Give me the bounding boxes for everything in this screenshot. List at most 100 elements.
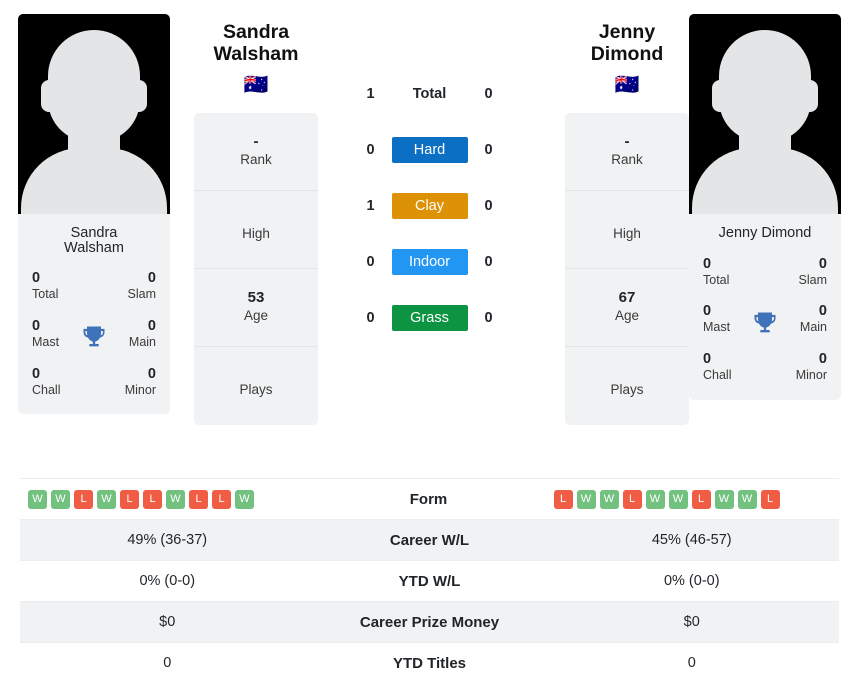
stat-total-left-value: 0: [32, 270, 41, 286]
form-badge: L: [553, 489, 573, 509]
avatar-silhouette-ear-right: [131, 80, 147, 112]
surface-grass-right-value: 0: [484, 310, 493, 326]
form-badge: L: [74, 489, 93, 509]
form-badge: L: [760, 489, 780, 509]
titles-grid-right: 0 Total 0 Slam 0 Mast 0 Main 0 Chall 0 M…: [689, 251, 841, 400]
surface-comparison: 1 Total 0 0 Hard 0 1 Clay 0 0 Indoor 0 0 Grass 0: [318, 14, 541, 346]
surface-row-indoor: 0 Indoor 0: [340, 234, 520, 290]
stat-chall-right: 0 Chall: [699, 350, 751, 384]
form-badge: W: [28, 489, 47, 509]
stat-mast-left-value: 0: [32, 317, 41, 334]
table-row: 0% (0-0) YTD W/L 0% (0-0): [20, 560, 839, 601]
surface-grass-label[interactable]: Grass: [391, 305, 468, 331]
player-heading-right[interactable]: Jenny Dimond: [565, 21, 689, 66]
info-rank-right-value: -: [624, 132, 630, 150]
career-wl-left: 49% (36-37): [127, 532, 208, 548]
info-cell-high-left: High: [194, 191, 318, 269]
info-cell-age-left: 53 Age: [194, 269, 318, 347]
form-badge: L: [212, 489, 231, 509]
stat-main-left-value: 0: [147, 317, 156, 334]
stat-mast-right-label: Mast: [703, 320, 731, 335]
info-cell-high-right: High: [565, 191, 689, 269]
titles-row-total-slam: 0 Total 0 Slam: [28, 269, 160, 303]
player-card-name-right-line1: Jenny Dimond: [718, 225, 812, 241]
titles-row-chall-minor: 0 Chall 0 Minor: [28, 365, 160, 399]
table-row-label: Form: [409, 490, 448, 508]
stat-mast-left-label: Mast: [32, 334, 60, 349]
surface-hard-left-value: 0: [366, 142, 375, 158]
player-info-right: Jenny Dimond 🇦🇺 - Rank High 67 Age Plays: [565, 14, 689, 425]
stat-minor-left: 0 Minor: [108, 365, 160, 399]
stat-slam-right-value: 0: [818, 255, 827, 272]
australia-flag: 🇦🇺: [614, 73, 640, 96]
surface-total-label: Total: [412, 86, 447, 102]
comparison-top-section: Sandra Walsham 0 Total 0 Slam 0 Mast 0 M…: [0, 0, 859, 470]
form-badge: W: [576, 489, 596, 509]
form-badge: L: [120, 489, 139, 509]
player-avatar-left: [18, 14, 170, 214]
table-row-label: Career W/L: [389, 531, 470, 549]
titles-grid-left: 0 Total 0 Slam 0 Mast 0 Main 0 Chall 0 M…: [18, 265, 170, 414]
surface-clay-left-value: 1: [366, 198, 375, 214]
player-info-box-right: - Rank High 67 Age Plays: [565, 112, 689, 425]
stat-chall-left-label: Chall: [32, 382, 61, 397]
surface-clay-right-value: 0: [484, 198, 493, 214]
titles-row-total-slam: 0 Total 0 Slam: [699, 255, 831, 289]
form-badge: W: [51, 489, 70, 509]
surface-grass-left-value: 0: [366, 310, 375, 326]
surface-hard-label[interactable]: Hard: [391, 137, 468, 163]
player-info-box-left: - Rank High 53 Age Plays: [194, 112, 318, 425]
info-cell-plays-right: Plays: [565, 347, 689, 425]
info-plays-right-label: Plays: [610, 382, 644, 398]
surface-indoor-left-value: 0: [366, 254, 375, 270]
player-card-name-left-line2: Walsham: [64, 239, 124, 256]
ytd-titles-left: 0: [163, 655, 172, 671]
player-avatar-right: [689, 14, 841, 214]
table-row-label: Career Prize Money: [359, 613, 500, 631]
player-heading-left-line2: Walsham: [213, 42, 299, 65]
avatar-silhouette-ear-left: [41, 80, 57, 112]
stat-slam-left-label: Slam: [127, 287, 156, 302]
surface-clay-label[interactable]: Clay: [391, 193, 468, 219]
avatar-silhouette-body: [21, 148, 167, 214]
player-card-left[interactable]: Sandra Walsham 0 Total 0 Slam 0 Mast 0 M…: [18, 14, 170, 415]
stats-table: W W L W L L W L L W Form L W W L W W L W W L 49% (36-37) Caree…: [20, 478, 839, 683]
form-badge: W: [235, 489, 254, 509]
table-row: W W L W L L W L L W Form L W W L W W L W W L: [20, 478, 839, 519]
stat-main-right-value: 0: [818, 303, 827, 320]
surface-indoor-label[interactable]: Indoor: [391, 249, 468, 275]
surface-total-right-value: 0: [484, 86, 493, 102]
table-row: 0 YTD Titles 0: [20, 642, 839, 683]
info-age-left-value: 53: [247, 288, 265, 306]
surface-indoor-right-value: 0: [484, 254, 493, 270]
info-cell-rank-right: - Rank: [565, 113, 689, 191]
stat-total-right-label: Total: [703, 272, 730, 287]
form-badge: L: [691, 489, 711, 509]
stat-main-left: 0 Main: [108, 317, 160, 351]
player-card-right[interactable]: Jenny Dimond 0 Total 0 Slam 0 Mast 0 Mai…: [689, 14, 841, 400]
ytd-titles-right: 0: [687, 655, 696, 671]
stat-main-right: 0 Main: [779, 302, 831, 336]
form-badge: L: [622, 489, 642, 509]
table-row: 49% (36-37) Career W/L 45% (46-57): [20, 519, 839, 560]
surface-row-grass: 0 Grass 0: [340, 290, 520, 346]
ytd-wl-left: 0% (0-0): [139, 573, 196, 589]
info-cell-age-right: 67 Age: [565, 269, 689, 347]
player-card-name-right: Jenny Dimond: [689, 214, 841, 251]
surface-row-hard: 0 Hard 0: [340, 122, 520, 178]
stat-total-right: 0 Total: [699, 255, 751, 289]
ytd-wl-right: 0% (0-0): [663, 573, 720, 589]
player-heading-left[interactable]: Sandra Walsham: [213, 21, 299, 66]
info-rank-left-value: -: [253, 132, 259, 150]
stat-mast-right: 0 Mast: [699, 302, 751, 336]
info-high-left-label: High: [242, 225, 270, 241]
stat-chall-right-value: 0: [703, 351, 712, 367]
form-badge: W: [714, 489, 734, 509]
surface-row-clay: 1 Clay 0: [340, 178, 520, 234]
career-prize-right: $0: [683, 614, 700, 630]
form-badge: W: [599, 489, 619, 509]
stat-total-left: 0 Total: [28, 269, 80, 303]
surface-row-total: 1 Total 0: [340, 66, 520, 122]
career-wl-right: 45% (46-57): [651, 532, 732, 548]
info-plays-left-label: Plays: [239, 382, 273, 398]
